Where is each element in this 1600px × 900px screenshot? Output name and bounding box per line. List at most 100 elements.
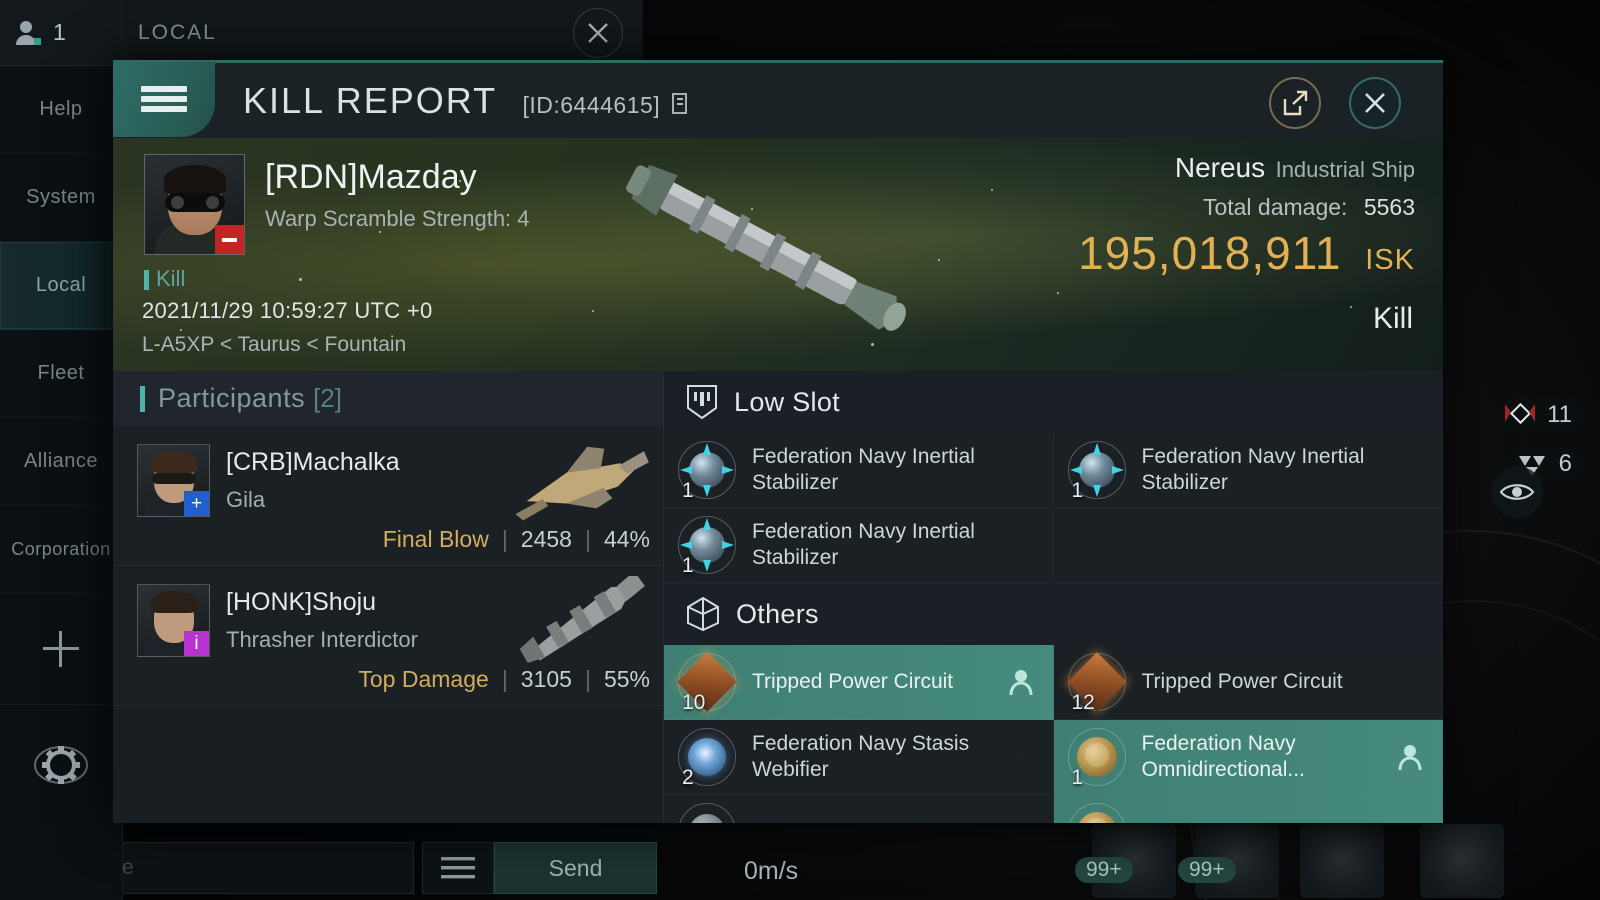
- visibility-toggle-button[interactable]: [1491, 466, 1543, 518]
- item-cell[interactable]: 1 Federation Navy Inertial Stabilizer: [1053, 433, 1443, 508]
- account-indicator[interactable]: 1: [0, 0, 122, 66]
- victim-name: [RDN]Mazday: [265, 158, 477, 196]
- sidebar-item-system[interactable]: System: [0, 154, 122, 242]
- dialog-close-button[interactable]: [1349, 77, 1401, 129]
- participant-name: [HONK]Shoju: [226, 588, 377, 616]
- hostile-counter[interactable]: 11: [1497, 398, 1584, 432]
- sidebar-item-fleet[interactable]: Fleet: [0, 330, 122, 418]
- item-quantity: 1: [682, 479, 694, 502]
- ammo-badge-1: 99+: [1075, 857, 1133, 883]
- share-icon: [1283, 90, 1308, 116]
- send-button[interactable]: Send: [494, 842, 657, 894]
- item-cell[interactable]: 1 Federation Navy Omnidirectional...: [1053, 720, 1443, 795]
- participant-ship-render: [519, 576, 645, 663]
- group-header-low-slot: Low Slot: [664, 371, 1443, 433]
- sidebar-item-label: Local: [35, 274, 87, 296]
- participant-tag: Top Damage: [358, 666, 489, 692]
- kill-location: L-A5XP < Taurus < Fountain: [142, 333, 407, 356]
- participants-title: Participants: [158, 383, 306, 413]
- module-slot-3[interactable]: [1300, 824, 1384, 898]
- kill-report-dialog: KILL REPORT [ID:6444615] [RDN]Mazday War…: [113, 60, 1443, 823]
- group-title: Low Slot: [734, 386, 840, 417]
- chat-header: LOCAL: [123, 0, 643, 66]
- destroyed-icon: [1008, 459, 1031, 481]
- item-cell[interactable]: 1 Federation Navy Inertial Stabilizer: [664, 433, 1054, 508]
- settings-button[interactable]: [0, 704, 122, 824]
- participant-row[interactable]: + [CRB]Machalka Gila Final Blow | 2458 |…: [113, 426, 663, 566]
- total-damage-row: Total damage: 5563: [1203, 194, 1415, 221]
- kill-id-label[interactable]: [ID:6444615]: [522, 92, 690, 118]
- ammo-badge-2: 99+: [1178, 857, 1236, 883]
- item-cell[interactable]: 12 Tripped Power Circuit: [1053, 645, 1443, 720]
- item-quantity: 12: [1071, 691, 1095, 714]
- badge-label: i: [194, 632, 199, 654]
- item-name: Tripped Power Circuit: [1141, 669, 1343, 693]
- item-icon-partial: [1066, 801, 1128, 823]
- participant-row[interactable]: i [HONK]Shoju Thrasher Interdictor Top D…: [113, 566, 663, 706]
- dropped-loot-icon: [1398, 745, 1422, 771]
- separator: |: [584, 666, 591, 692]
- copy-icon[interactable]: [672, 92, 690, 115]
- victim-avatar[interactable]: [144, 154, 245, 255]
- separator: |: [584, 526, 591, 552]
- destroyed-icon: [1398, 671, 1420, 693]
- participant-ship: Thrasher Interdictor: [226, 627, 418, 652]
- drone-count: 6: [1558, 450, 1572, 477]
- group-title: Others: [736, 598, 819, 629]
- avatar[interactable]: +: [137, 444, 210, 517]
- destroyed-icon: [1008, 746, 1031, 768]
- item-cell[interactable]: 1 Federation Navy Inertial Stabilizer: [664, 508, 1054, 583]
- item-icon-partial: [676, 801, 738, 823]
- sidebar-item-label: Fleet: [37, 362, 85, 384]
- item-cell-partial[interactable]: [1053, 795, 1443, 823]
- total-damage-value: 5563: [1363, 194, 1415, 220]
- avatar[interactable]: i: [137, 584, 210, 657]
- item-name: Federation Navy Stasis Webifier: [752, 731, 970, 781]
- standing-badge: i: [184, 631, 209, 656]
- destroyed-icon: [1008, 534, 1031, 556]
- page-title: KILL REPORT: [243, 79, 497, 121]
- victim-ship-name: Nereus: [1174, 152, 1266, 183]
- dialog-title-group: KILL REPORT [ID:6444615]: [243, 80, 690, 122]
- separator: |: [501, 526, 508, 552]
- participants-count: [2]: [313, 383, 342, 413]
- item-name: Federation Navy Inertial Stabilizer: [752, 444, 975, 494]
- avatar-hair: [163, 165, 226, 195]
- chat-close-button[interactable]: [573, 8, 623, 58]
- module-slot-4[interactable]: [1420, 824, 1504, 898]
- chat-menu-button[interactable]: [422, 842, 494, 894]
- kill-result-label: Kill: [1372, 302, 1413, 335]
- chat-input-bar: Tap to type Send: [0, 838, 1040, 900]
- sidebar-item-label: Help: [39, 98, 83, 120]
- item-cell[interactable]: 2 Federation Navy Stasis Webifier: [664, 720, 1054, 795]
- tripped-power-circuit-icon: 10: [676, 651, 738, 714]
- others-grid: 10 Tripped Power Circuit 12 Tripped Powe…: [664, 645, 1443, 795]
- isk-value-row: 195,018,911 ISK: [1078, 226, 1415, 280]
- item-quantity: 1: [1071, 479, 1084, 502]
- isk-amount: 195,018,911: [1078, 227, 1342, 279]
- person-icon: [16, 20, 41, 45]
- hostile-count: 11: [1547, 401, 1572, 428]
- sidebar-item-corporation[interactable]: Corporation: [0, 506, 122, 594]
- hamburger-icon: [441, 857, 475, 879]
- participant-damage: 2458: [520, 526, 572, 552]
- item-cell[interactable]: 10 Tripped Power Circuit: [664, 645, 1054, 720]
- participant-tag: Final Blow: [382, 526, 489, 552]
- sidebar-item-local[interactable]: Local: [0, 242, 122, 330]
- add-channel-button[interactable]: [0, 594, 122, 704]
- dialog-menu-button[interactable]: [113, 61, 215, 137]
- share-button[interactable]: [1269, 77, 1321, 129]
- item-cell-partial[interactable]: [664, 795, 1054, 823]
- destroyed-icon: [1398, 459, 1420, 481]
- plus-icon: [43, 631, 79, 667]
- gear-icon: [34, 745, 88, 784]
- item-cell-empty: [1053, 508, 1443, 583]
- victim-subtitle: Warp Scramble Strength: 4: [265, 206, 530, 231]
- sidebar-item-alliance[interactable]: Alliance: [0, 418, 122, 506]
- account-count: 1: [53, 19, 66, 45]
- status-badge: Kill: [144, 266, 185, 292]
- item-name: Federation Navy Inertial Stabilizer: [1141, 444, 1365, 494]
- sidebar-item-help[interactable]: Help: [0, 66, 122, 154]
- avatar-goggles-icon: [164, 193, 225, 212]
- separator: |: [501, 666, 508, 692]
